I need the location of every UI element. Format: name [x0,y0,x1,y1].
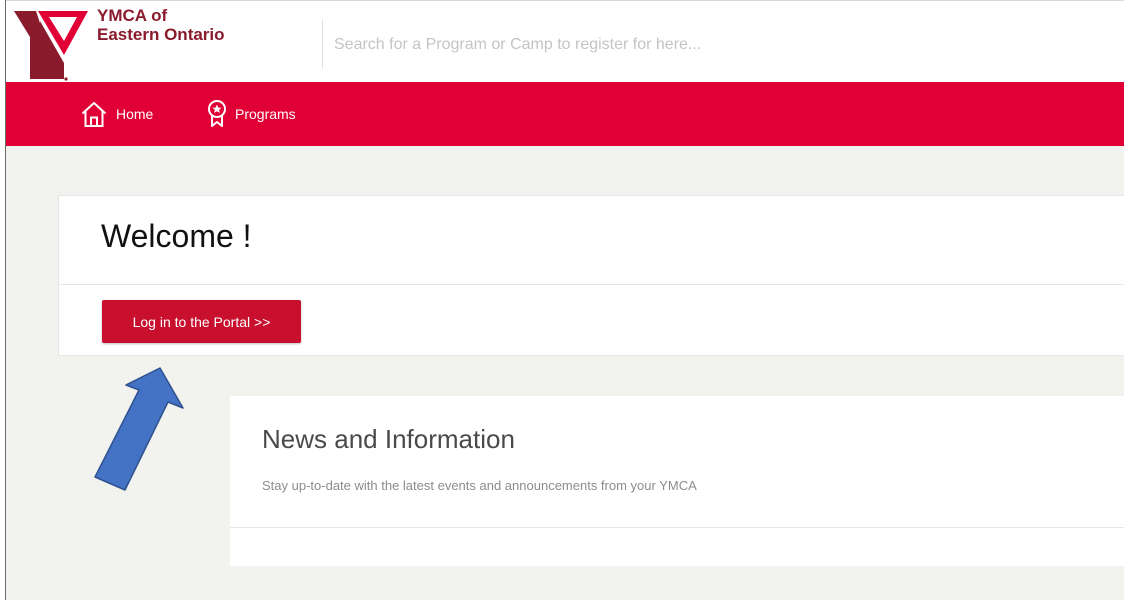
ymca-y-logo-icon[interactable] [14,7,88,83]
home-icon [81,102,107,127]
top-header: YMCA of Eastern Ontario [6,0,1124,82]
login-portal-button[interactable]: Log in to the Portal >> [102,300,301,343]
ribbon-award-icon [208,100,226,127]
nav-item-programs[interactable]: Programs [205,82,296,146]
news-title: News and Information [262,424,515,454]
welcome-title: Welcome ! [101,218,252,254]
nav-item-home[interactable]: Home [80,82,153,146]
nav-item-label: Home [116,106,154,122]
org-name-line2: Eastern Ontario [97,25,225,44]
news-divider [230,527,1124,528]
search-input[interactable] [332,25,1096,65]
blue-arrow-pointer-icon [94,367,184,491]
nav-item-label: Programs [235,106,296,122]
welcome-card: Welcome ! Log in to the Portal >> [58,195,1124,356]
news-card: News and Information Stay up-to-date wit… [230,396,1124,566]
org-name[interactable]: YMCA of Eastern Ontario [97,6,225,44]
header-divider [322,19,323,69]
browser-page: YMCA of Eastern Ontario Home Programs We… [5,0,1124,600]
card-divider [59,284,1124,285]
news-subtitle: Stay up-to-date with the latest events a… [262,478,697,493]
main-nav: Home Programs [6,82,1124,146]
org-name-line1: YMCA of [97,6,168,25]
